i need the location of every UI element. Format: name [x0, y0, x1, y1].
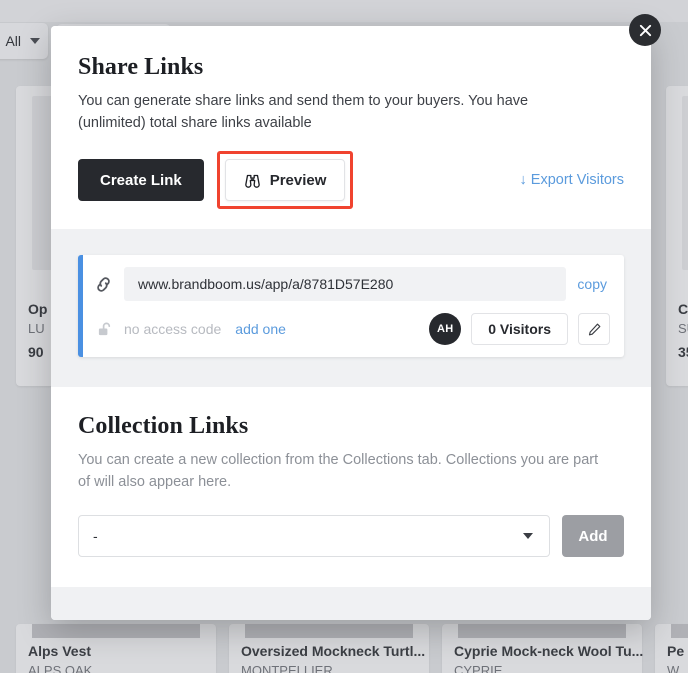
product-brand: LU	[28, 321, 45, 336]
edit-link-button[interactable]	[578, 313, 610, 345]
link-list-section: www.brandboom.us/app/a/8781D57E280 copy …	[51, 229, 651, 387]
modal-footer	[51, 587, 651, 620]
share-actions-row: Create Link Preview ↓ Export Visitors	[78, 151, 625, 209]
collection-add-row: - Add	[78, 515, 624, 557]
binoculars-icon	[244, 174, 260, 188]
product-brand: MONTPELLIER	[241, 663, 333, 673]
chain-link-icon	[97, 276, 110, 292]
collection-links-description: You can create a new collection from the…	[78, 452, 599, 490]
unlocked-padlock-icon	[98, 322, 111, 335]
share-links-description: You can generate share links and send th…	[78, 93, 529, 131]
create-link-button[interactable]: Create Link	[78, 159, 204, 201]
background-filter-dropdown[interactable]: All	[0, 23, 48, 59]
chevron-down-icon	[523, 533, 533, 539]
preview-button[interactable]: Preview	[224, 159, 346, 201]
collection-links-title: Collection Links	[78, 413, 249, 439]
close-modal-button[interactable]	[629, 14, 661, 46]
share-link-url[interactable]: www.brandboom.us/app/a/8781D57E280	[124, 267, 567, 301]
access-code-status: no access code	[124, 321, 222, 337]
pencil-icon	[588, 323, 600, 335]
copy-link-button[interactable]: copy	[577, 276, 610, 292]
preview-button-highlight: Preview	[216, 151, 354, 209]
share-link-url-row: www.brandboom.us/app/a/8781D57E280 copy	[94, 267, 610, 301]
background-product-card[interactable]: Pe W	[655, 624, 688, 673]
preview-button-label: Preview	[269, 171, 327, 189]
background-filter-label: All	[5, 33, 21, 49]
background-product-card[interactable]: Oversized Mockneck Turtl... MONTPELLIER	[229, 624, 429, 673]
background-topbar	[0, 0, 688, 22]
product-brand: ALPS OAK	[28, 663, 93, 673]
product-thumbnail	[671, 624, 688, 638]
product-thumbnail	[245, 624, 413, 638]
product-name: Oversized Mockneck Turtl...	[241, 643, 426, 659]
background-product-card[interactable]: Alps Vest ALPS OAK	[16, 624, 216, 673]
share-links-modal: Share Links You can generate share links…	[51, 26, 651, 620]
share-links-section: Share Links You can generate share links…	[51, 26, 651, 229]
product-brand: CYPRIE	[454, 663, 503, 673]
product-thumbnail	[682, 96, 688, 270]
collection-select-value: -	[93, 528, 98, 544]
product-name: Op	[28, 301, 48, 317]
product-price: 90	[28, 344, 44, 360]
visitors-button[interactable]: 0 Visitors	[471, 313, 568, 345]
product-name: Alps Vest	[28, 643, 92, 659]
add-access-code-link[interactable]: add one	[235, 321, 286, 337]
avatar: AH	[429, 313, 462, 345]
product-name: Pe	[667, 643, 685, 659]
share-link-meta-row: no access code add one AH 0 Visitors	[94, 313, 610, 345]
product-thumbnail	[32, 624, 200, 638]
product-name: Cr	[678, 301, 688, 317]
product-brand: SU	[678, 321, 688, 336]
background-product-card[interactable]: Cr SU 35	[666, 86, 688, 386]
collection-links-section: Collection Links You can create a new co…	[51, 387, 651, 587]
product-name: Cyprie Mock-neck Wool Tu...	[454, 643, 644, 659]
share-link-card: www.brandboom.us/app/a/8781D57E280 copy …	[78, 255, 624, 357]
product-price: 35	[678, 344, 688, 360]
chevron-down-icon	[30, 38, 40, 44]
add-collection-button[interactable]: Add	[562, 515, 624, 557]
product-brand: W	[667, 663, 680, 673]
background-product-card[interactable]: Cyprie Mock-neck Wool Tu... CYPRIE	[442, 624, 644, 673]
product-thumbnail	[458, 624, 626, 638]
export-visitors-link[interactable]: ↓ Export Visitors	[520, 172, 625, 188]
close-icon	[639, 24, 651, 36]
share-links-title: Share Links	[78, 54, 204, 80]
collection-select[interactable]: -	[78, 515, 550, 557]
